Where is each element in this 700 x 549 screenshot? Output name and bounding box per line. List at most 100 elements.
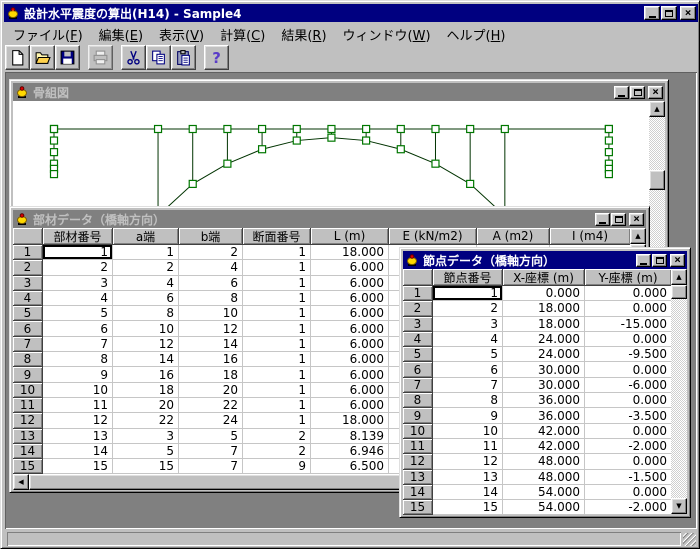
row-header[interactable]: 5 bbox=[13, 306, 43, 321]
grid-cell[interactable]: 5 bbox=[179, 429, 243, 444]
row-header[interactable]: 5 bbox=[403, 347, 433, 362]
grid-cell[interactable]: 42.000 bbox=[503, 424, 585, 439]
grid-cell[interactable]: 6 bbox=[43, 321, 113, 336]
row-header[interactable]: 8 bbox=[13, 352, 43, 367]
close-button[interactable]: × bbox=[629, 213, 644, 226]
row-header[interactable]: 6 bbox=[403, 362, 433, 377]
row-header[interactable]: 4 bbox=[13, 291, 43, 306]
scroll-down-button[interactable]: ▼ bbox=[671, 498, 687, 514]
scroll-left-button[interactable]: ◀ bbox=[13, 474, 29, 490]
grid-cell[interactable]: 24.000 bbox=[503, 332, 585, 347]
resize-grip[interactable] bbox=[683, 533, 696, 546]
grid-cell[interactable]: 18 bbox=[179, 367, 243, 382]
column-header[interactable]: 節点番号 bbox=[433, 269, 503, 286]
minimize-button[interactable] bbox=[614, 86, 629, 99]
grid-cell[interactable]: 6.000 bbox=[311, 398, 389, 413]
grid-cell[interactable]: 0.000 bbox=[585, 286, 672, 301]
grid-cell[interactable]: 6.946 bbox=[311, 444, 389, 459]
row-header[interactable]: 15 bbox=[13, 459, 43, 474]
grid-cell[interactable]: 24 bbox=[179, 413, 243, 428]
grid-cell[interactable]: 30.000 bbox=[503, 362, 585, 377]
grid-cell[interactable]: 12 bbox=[113, 337, 179, 352]
grid-cell[interactable]: 5 bbox=[113, 444, 179, 459]
grid-cell[interactable]: 2 bbox=[243, 444, 311, 459]
scroll-up-button[interactable]: ▲ bbox=[630, 228, 646, 244]
grid-cell[interactable]: 15 bbox=[43, 459, 113, 474]
help-button[interactable]: ? bbox=[204, 45, 229, 70]
column-header[interactable]: b端 bbox=[179, 228, 243, 245]
grid-cell[interactable]: 22 bbox=[179, 398, 243, 413]
grid-cell[interactable]: 18.000 bbox=[503, 317, 585, 332]
menu-item-7[interactable]: ヘルプ(H) bbox=[439, 23, 514, 47]
grid-cell[interactable]: 48.000 bbox=[503, 454, 585, 469]
row-header[interactable]: 13 bbox=[13, 429, 43, 444]
grid-cell[interactable]: 1 bbox=[243, 276, 311, 291]
grid-cell[interactable]: 1 bbox=[243, 306, 311, 321]
grid-cell[interactable]: 10 bbox=[43, 383, 113, 398]
row-header[interactable]: 12 bbox=[403, 454, 433, 469]
frame-window-titlebar[interactable]: 骨組図 × bbox=[13, 83, 665, 101]
row-header[interactable]: 11 bbox=[13, 398, 43, 413]
grid-cell[interactable]: 14 bbox=[43, 444, 113, 459]
menu-item-5[interactable]: 結果(R) bbox=[273, 23, 334, 47]
grid-cell[interactable]: 1 bbox=[243, 245, 311, 260]
grid-cell[interactable]: 1 bbox=[243, 352, 311, 367]
row-header[interactable]: 2 bbox=[403, 301, 433, 316]
grid-cell[interactable]: -9.500 bbox=[585, 347, 672, 362]
row-header[interactable]: 2 bbox=[13, 260, 43, 275]
grid-cell[interactable]: 1 bbox=[243, 413, 311, 428]
grid-cell[interactable]: 1 bbox=[113, 245, 179, 260]
grid-cell[interactable]: 6.500 bbox=[311, 459, 389, 474]
grid-cell[interactable]: 6.000 bbox=[311, 291, 389, 306]
menu-item-2[interactable]: 編集(E) bbox=[91, 23, 151, 47]
grid-cell[interactable]: 54.000 bbox=[503, 500, 585, 515]
grid-cell[interactable]: 0.000 bbox=[503, 286, 585, 301]
grid-cell[interactable]: 5 bbox=[433, 347, 503, 362]
grid-cell[interactable]: 48.000 bbox=[503, 470, 585, 485]
grid-cell[interactable]: 24.000 bbox=[503, 347, 585, 362]
minimize-button[interactable] bbox=[636, 254, 651, 267]
row-header[interactable]: 11 bbox=[403, 439, 433, 454]
grid-cell[interactable]: 2 bbox=[243, 429, 311, 444]
grid-cell[interactable]: 6.000 bbox=[311, 260, 389, 275]
grid-cell[interactable]: 14 bbox=[433, 485, 503, 500]
column-header[interactable]: 部材番号 bbox=[43, 228, 113, 245]
grid-cell[interactable]: 16 bbox=[179, 352, 243, 367]
grid-cell[interactable]: 1 bbox=[243, 383, 311, 398]
nodes-window-titlebar[interactable]: 節点データ（橋軸方向） × bbox=[403, 251, 687, 269]
paste-button[interactable] bbox=[171, 45, 196, 70]
grid-cell[interactable]: -6.000 bbox=[585, 378, 672, 393]
grid-cell[interactable]: 8 bbox=[179, 291, 243, 306]
main-titlebar[interactable]: 設計水平震度の算出(H14) - Sample4 × bbox=[4, 4, 698, 22]
grid-cell[interactable]: 7 bbox=[43, 337, 113, 352]
grid-cell[interactable]: 6.000 bbox=[311, 352, 389, 367]
grid-cell[interactable]: -2.000 bbox=[585, 500, 672, 515]
row-header[interactable]: 4 bbox=[403, 332, 433, 347]
grid-cell[interactable]: 7 bbox=[179, 459, 243, 474]
grid-cell[interactable]: 15 bbox=[433, 500, 503, 515]
maximize-button[interactable] bbox=[611, 213, 626, 226]
grid-cell[interactable]: 10 bbox=[433, 424, 503, 439]
grid-cell[interactable]: 2 bbox=[43, 260, 113, 275]
grid-cell[interactable]: 0.000 bbox=[585, 332, 672, 347]
row-header[interactable]: 9 bbox=[13, 367, 43, 382]
row-header[interactable]: 7 bbox=[403, 378, 433, 393]
select-all-corner[interactable] bbox=[403, 269, 433, 286]
column-header[interactable]: I (m4) bbox=[550, 228, 631, 245]
grid-cell[interactable]: 36.000 bbox=[503, 408, 585, 423]
row-header[interactable]: 14 bbox=[403, 485, 433, 500]
grid-cell[interactable]: 11 bbox=[43, 398, 113, 413]
grid-cell[interactable]: 0.000 bbox=[585, 362, 672, 377]
grid-cell[interactable]: 6 bbox=[433, 362, 503, 377]
row-header[interactable]: 10 bbox=[403, 424, 433, 439]
column-header[interactable]: a端 bbox=[113, 228, 179, 245]
column-header[interactable]: L (m) bbox=[311, 228, 389, 245]
maximize-button[interactable] bbox=[652, 254, 667, 267]
row-header[interactable]: 10 bbox=[13, 383, 43, 398]
grid-cell[interactable]: 9 bbox=[243, 459, 311, 474]
row-header[interactable]: 1 bbox=[403, 286, 433, 301]
grid-cell[interactable]: 9 bbox=[433, 408, 503, 423]
menu-item-6[interactable]: ウィンドウ(W) bbox=[335, 23, 439, 47]
grid-cell[interactable]: 6.000 bbox=[311, 306, 389, 321]
scrollbar-thumb[interactable] bbox=[649, 170, 665, 190]
